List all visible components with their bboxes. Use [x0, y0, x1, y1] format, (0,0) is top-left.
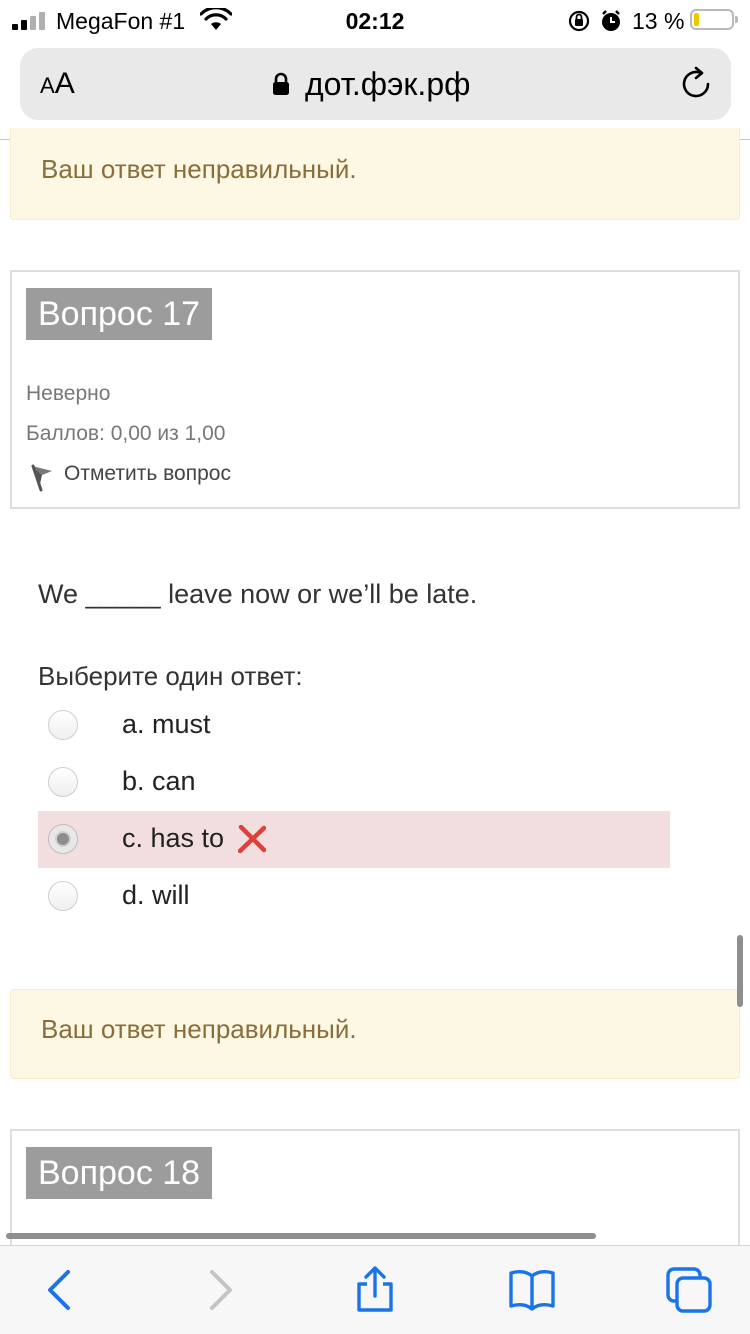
radio-button[interactable]	[48, 710, 78, 740]
answer-label[interactable]: c. has to	[122, 823, 224, 854]
battery-icon	[690, 9, 738, 30]
feedback-text: Ваш ответ неправильный.	[41, 154, 357, 184]
answer-option-d[interactable]: d. will	[38, 868, 670, 925]
answer-option-a[interactable]: a. must	[38, 697, 670, 754]
incorrect-mark-icon	[238, 825, 266, 853]
forward-icon[interactable]	[196, 1266, 244, 1314]
answer-option-c[interactable]: c. has to	[38, 811, 670, 868]
question-number: Вопрос 18	[26, 1147, 213, 1199]
answer-label[interactable]: d. will	[122, 880, 190, 911]
feedback-message: Ваш ответ неправильный.	[10, 128, 740, 220]
question-grade: Баллов: 0,00 из 1,00	[26, 422, 226, 445]
text-size-button[interactable]: AA	[40, 68, 75, 102]
radio-button[interactable]	[48, 881, 78, 911]
address-bar[interactable]: AA дот.фэк.рф	[20, 48, 731, 120]
flag-icon	[31, 464, 52, 492]
radio-button-selected[interactable]	[48, 824, 78, 854]
rotation-lock-alarm-icons	[568, 10, 620, 32]
share-icon[interactable]	[351, 1266, 399, 1314]
domain-text[interactable]: дот.фэк.рф	[305, 66, 470, 103]
question-state: Неверно	[26, 382, 111, 405]
back-icon[interactable]	[36, 1266, 84, 1314]
battery-percent: 13 %	[632, 8, 685, 34]
answer-prompt: Выберите один ответ:	[38, 661, 303, 691]
radio-button[interactable]	[48, 767, 78, 797]
feedback-text: Ваш ответ неправильный.	[41, 1014, 357, 1044]
lock-icon	[273, 72, 289, 95]
question-info-17: Вопрос 17 Неверно Баллов: 0,00 из 1,00 О…	[10, 270, 740, 509]
vertical-scrollbar[interactable]	[737, 935, 743, 1007]
status-bar: MegaFon #1 02:12 13 %	[0, 0, 750, 40]
battery-level	[694, 13, 699, 26]
flag-label[interactable]: Отметить вопрос	[64, 462, 231, 486]
answer-label[interactable]: b. can	[122, 766, 196, 797]
feedback-message: Ваш ответ неправильный.	[10, 989, 740, 1079]
answer-option-b[interactable]: b. can	[38, 754, 670, 811]
tabs-icon[interactable]	[665, 1266, 713, 1314]
bookmarks-icon[interactable]	[508, 1266, 556, 1314]
question-number: Вопрос 17	[26, 288, 213, 340]
reload-icon[interactable]	[678, 66, 714, 102]
horizontal-scrollbar[interactable]	[6, 1233, 596, 1239]
answer-label[interactable]: a. must	[122, 709, 211, 740]
browser-toolbar	[0, 1245, 750, 1334]
question-text: We _____ leave now or we’ll be late.	[38, 579, 478, 609]
